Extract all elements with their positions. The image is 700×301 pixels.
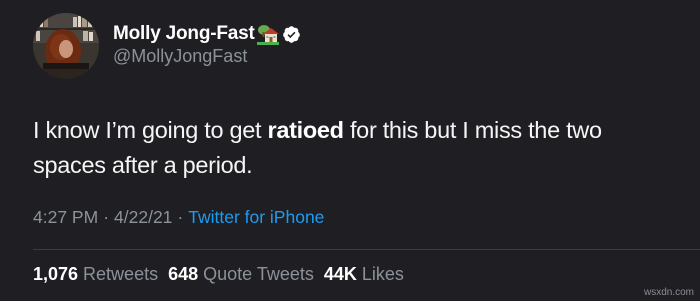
- tweet-card: Molly Jong-Fast @MollyJongFast I know I’…: [0, 0, 700, 301]
- tweet-text-bold: ratioed: [267, 117, 344, 143]
- retweets-count: 1,076: [33, 264, 79, 284]
- retweets-stat[interactable]: 1,076 Retweets: [33, 264, 158, 285]
- house-with-garden-icon: [256, 23, 279, 45]
- tweet-source-link[interactable]: Twitter for iPhone: [188, 207, 324, 228]
- quote-tweets-label: Quote Tweets: [203, 264, 314, 284]
- watermark: wsxdn.com: [643, 287, 694, 298]
- divider: [33, 249, 700, 250]
- engagement-stats: 1,076 Retweets 648 Quote Tweets 44K Like…: [33, 264, 414, 285]
- likes-stat[interactable]: 44K Likes: [324, 264, 404, 285]
- author-name-row: Molly Jong-Fast: [113, 22, 301, 46]
- verified-badge-icon: [282, 25, 301, 44]
- tweet-text-start: I know I’m going to get: [33, 117, 268, 143]
- avatar-photo: [33, 13, 99, 79]
- quote-tweets-stat[interactable]: 648 Quote Tweets: [168, 264, 314, 285]
- meta-separator: ·: [103, 207, 110, 227]
- tweet-meta: 4:27 PM · 4/22/21 · Twitter for iPhone: [33, 207, 324, 228]
- retweets-label: Retweets: [83, 264, 159, 284]
- author-display-name[interactable]: Molly Jong-Fast: [113, 23, 255, 45]
- likes-count: 44K: [323, 264, 357, 284]
- avatar[interactable]: [33, 13, 99, 79]
- likes-label: Likes: [361, 264, 404, 284]
- quote-tweets-count: 648: [168, 264, 199, 284]
- tweet-date[interactable]: 4/22/21: [114, 207, 172, 228]
- tweet-text: I know I’m going to get ratioed for this…: [33, 113, 673, 183]
- meta-separator: ·: [177, 207, 184, 227]
- tweet-time[interactable]: 4:27 PM: [33, 207, 98, 228]
- author-handle[interactable]: @MollyJongFast: [113, 46, 247, 67]
